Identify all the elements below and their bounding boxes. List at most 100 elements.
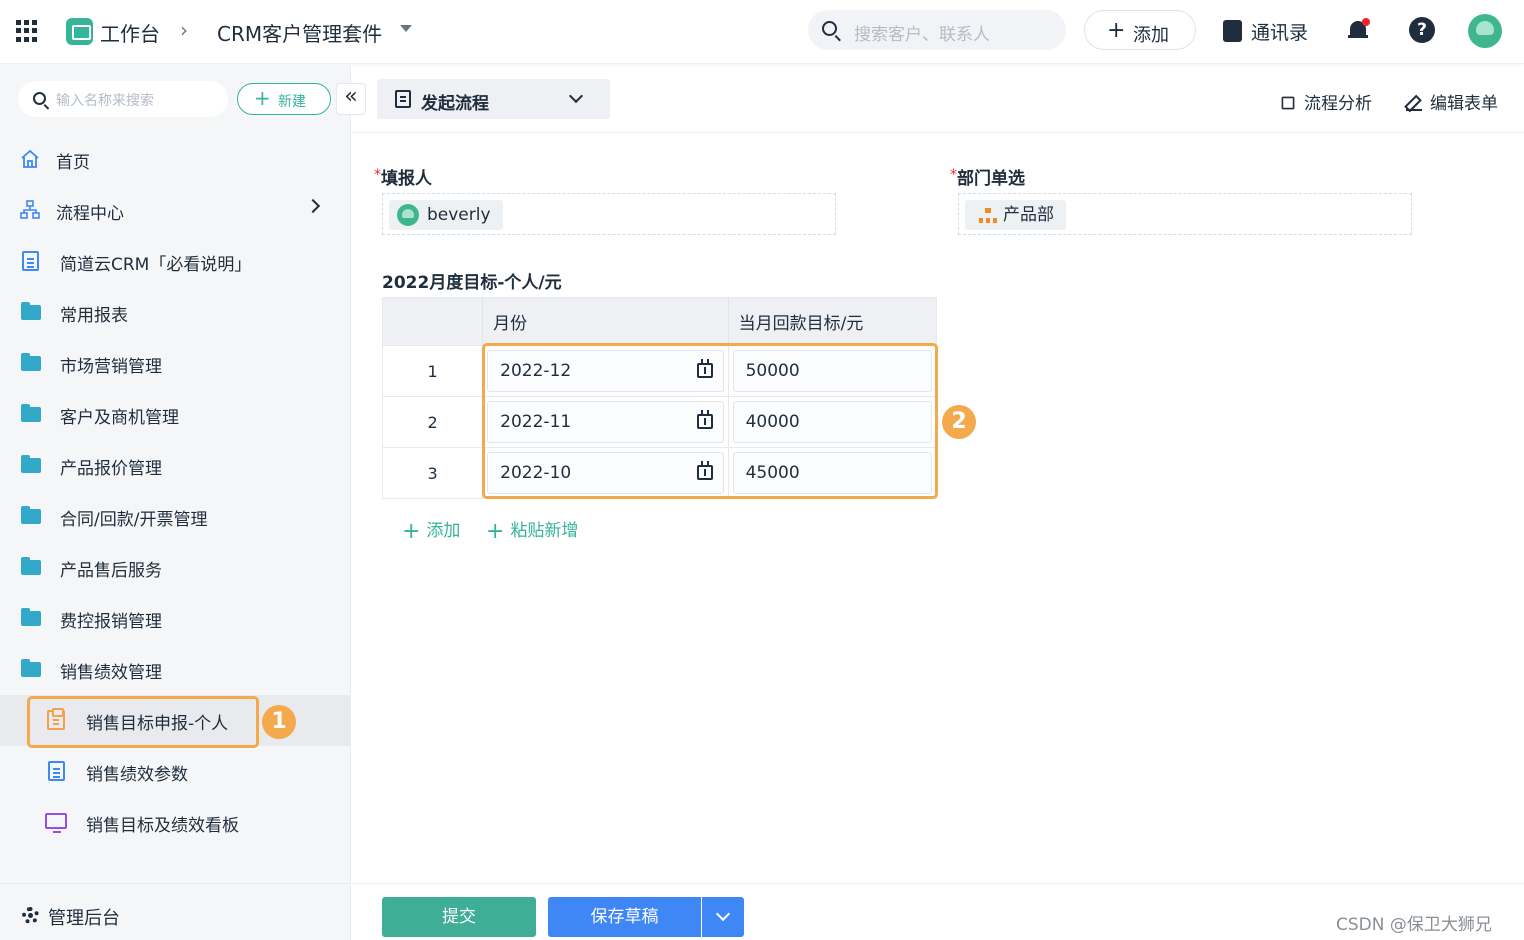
new-button[interactable]: + 新建	[237, 83, 331, 115]
user-avatar[interactable]	[1468, 14, 1502, 48]
add-button[interactable]: + 添加	[1084, 10, 1196, 50]
sidebar-item-label: 常用报表	[60, 306, 128, 326]
save-draft-dropdown-button[interactable]	[702, 897, 744, 937]
paste-add-button[interactable]: + 粘贴新增	[486, 516, 578, 544]
submit-button[interactable]: 提交	[382, 897, 536, 937]
chevron-down-icon[interactable]	[400, 25, 412, 32]
step-badge-2: 2	[942, 405, 976, 439]
flow-analysis-label: 流程分析	[1304, 94, 1372, 114]
flow-select-label: 发起流程	[421, 94, 489, 114]
notification-bell-icon[interactable]	[1348, 18, 1370, 42]
folder-icon	[21, 353, 41, 371]
notification-dot	[1362, 18, 1370, 26]
subform-title: 2022月度目标-个人/元	[382, 273, 562, 293]
sidebar-search[interactable]: 输入名称来搜索	[18, 81, 228, 117]
dept-field[interactable]: 产品部	[958, 193, 1412, 235]
sidebar-item-marketing[interactable]: 市场营销管理	[0, 338, 350, 389]
chevron-right-icon[interactable]	[305, 198, 321, 214]
row-index: 1	[382, 345, 484, 397]
sidebar: 输入名称来搜索 + 新建 首页 流程中心 简道云CRM「必看说明」 常用报表 市…	[0, 65, 351, 940]
highlight-box-2	[482, 343, 938, 499]
breadcrumb-separator-icon: ›	[180, 18, 188, 42]
form-header: 发起流程 流程分析 编辑表单	[352, 65, 1524, 133]
sidebar-item-label: 产品售后服务	[60, 561, 162, 581]
doc-icon	[48, 761, 65, 781]
app-grid-icon[interactable]	[16, 20, 38, 42]
edit-form-label: 编辑表单	[1430, 94, 1498, 114]
collapse-sidebar-button[interactable]: «	[336, 83, 366, 115]
folder-icon	[21, 455, 41, 473]
help-icon[interactable]: ?	[1409, 17, 1435, 43]
search-icon	[33, 92, 46, 105]
admin-backend-link[interactable]: 管理后台	[48, 904, 120, 930]
sidebar-item-expenses[interactable]: 费控报销管理	[0, 593, 350, 644]
search-input[interactable]: 搜索客户、联系人	[854, 20, 990, 45]
folder-icon	[21, 659, 41, 677]
plus-icon: +	[402, 519, 421, 544]
save-draft-button[interactable]: 保存草稿	[548, 897, 701, 937]
month-header: 月份	[482, 297, 729, 346]
flow-icon	[20, 200, 40, 219]
target-header: 当月回款目标/元	[728, 297, 937, 346]
chevron-down-icon	[568, 88, 584, 104]
top-bar: 工作台 › CRM客户管理套件 搜索客户、联系人 + 添加 通讯录 ?	[0, 0, 1524, 64]
edit-form-button[interactable]: 编辑表单	[1406, 89, 1498, 114]
sidebar-item-label: 产品报价管理	[60, 459, 162, 479]
folder-icon	[21, 302, 41, 320]
highlight-box-1	[27, 696, 259, 748]
home-icon	[21, 149, 39, 168]
flow-analysis-button[interactable]: 流程分析	[1280, 89, 1372, 114]
sidebar-item-label: 流程中心	[56, 204, 124, 224]
sidebar-item-flow-center[interactable]: 流程中心	[0, 185, 350, 236]
index-header	[382, 297, 484, 346]
member-chip[interactable]: beverly	[389, 200, 503, 230]
workspace-logo-icon[interactable]	[66, 18, 93, 45]
sidebar-item-home[interactable]: 首页	[0, 134, 350, 185]
sidebar-item-customers[interactable]: 客户及商机管理	[0, 389, 350, 440]
sidebar-item-label: 销售绩效参数	[86, 765, 188, 785]
sidebar-item-label: 首页	[56, 153, 90, 173]
dept-name: 产品部	[1003, 205, 1054, 225]
flow-select-dropdown[interactable]: 发起流程	[377, 79, 610, 119]
folder-icon	[21, 506, 41, 524]
plus-icon: +	[1107, 18, 1126, 43]
plus-icon: +	[486, 519, 505, 544]
new-button-label: 新建	[278, 94, 306, 110]
folder-icon	[21, 557, 41, 575]
sidebar-item-quotes[interactable]: 产品报价管理	[0, 440, 350, 491]
search-icon	[822, 21, 837, 36]
row-index: 3	[382, 447, 484, 499]
sidebar-item-sales-performance[interactable]: 销售绩效管理	[0, 644, 350, 695]
workspace-link[interactable]: 工作台	[100, 18, 160, 47]
sidebar-item-sales-dashboard[interactable]: 销售目标及绩效看板	[0, 797, 350, 848]
sidebar-item-label: 客户及商机管理	[60, 408, 179, 428]
sidebar-item-label: 合同/回款/开票管理	[60, 510, 208, 530]
plus-icon: +	[254, 86, 271, 110]
admin-footer[interactable]: 管理后台	[0, 883, 350, 940]
contacts-icon[interactable]	[1223, 20, 1242, 42]
filler-field-label: *填报人	[374, 167, 432, 189]
add-row-button[interactable]: + 添加	[402, 516, 460, 544]
step-badge-1: 1	[262, 705, 296, 739]
sidebar-item-label: 销售目标及绩效看板	[86, 816, 239, 836]
sidebar-item-crm-readme[interactable]: 简道云CRM「必看说明」	[0, 236, 350, 287]
dept-chip[interactable]: 产品部	[965, 200, 1066, 230]
sidebar-item-label: 销售绩效管理	[60, 663, 162, 683]
sidebar-search-input[interactable]: 输入名称来搜索	[56, 90, 154, 110]
contacts-link[interactable]: 通讯录	[1251, 18, 1308, 45]
sidebar-item-sales-params[interactable]: 销售绩效参数	[0, 746, 350, 797]
sidebar-item-after-sales[interactable]: 产品售后服务	[0, 542, 350, 593]
filler-field[interactable]: beverly	[382, 193, 836, 235]
sidebar-item-contracts[interactable]: 合同/回款/开票管理	[0, 491, 350, 542]
add-button-label: 添加	[1133, 25, 1169, 46]
sidebar-item-label: 简道云CRM「必看说明」	[60, 255, 252, 275]
doc-icon	[22, 251, 39, 271]
global-search[interactable]: 搜索客户、联系人	[808, 10, 1066, 50]
dashboard-icon	[45, 813, 67, 833]
watermark: CSDN @保卫大狮兄	[1336, 915, 1492, 935]
row-index: 2	[382, 396, 484, 448]
sidebar-item-common-reports[interactable]: 常用报表	[0, 287, 350, 338]
folder-icon	[21, 608, 41, 626]
member-avatar	[397, 204, 419, 226]
app-name[interactable]: CRM客户管理套件	[217, 18, 382, 47]
